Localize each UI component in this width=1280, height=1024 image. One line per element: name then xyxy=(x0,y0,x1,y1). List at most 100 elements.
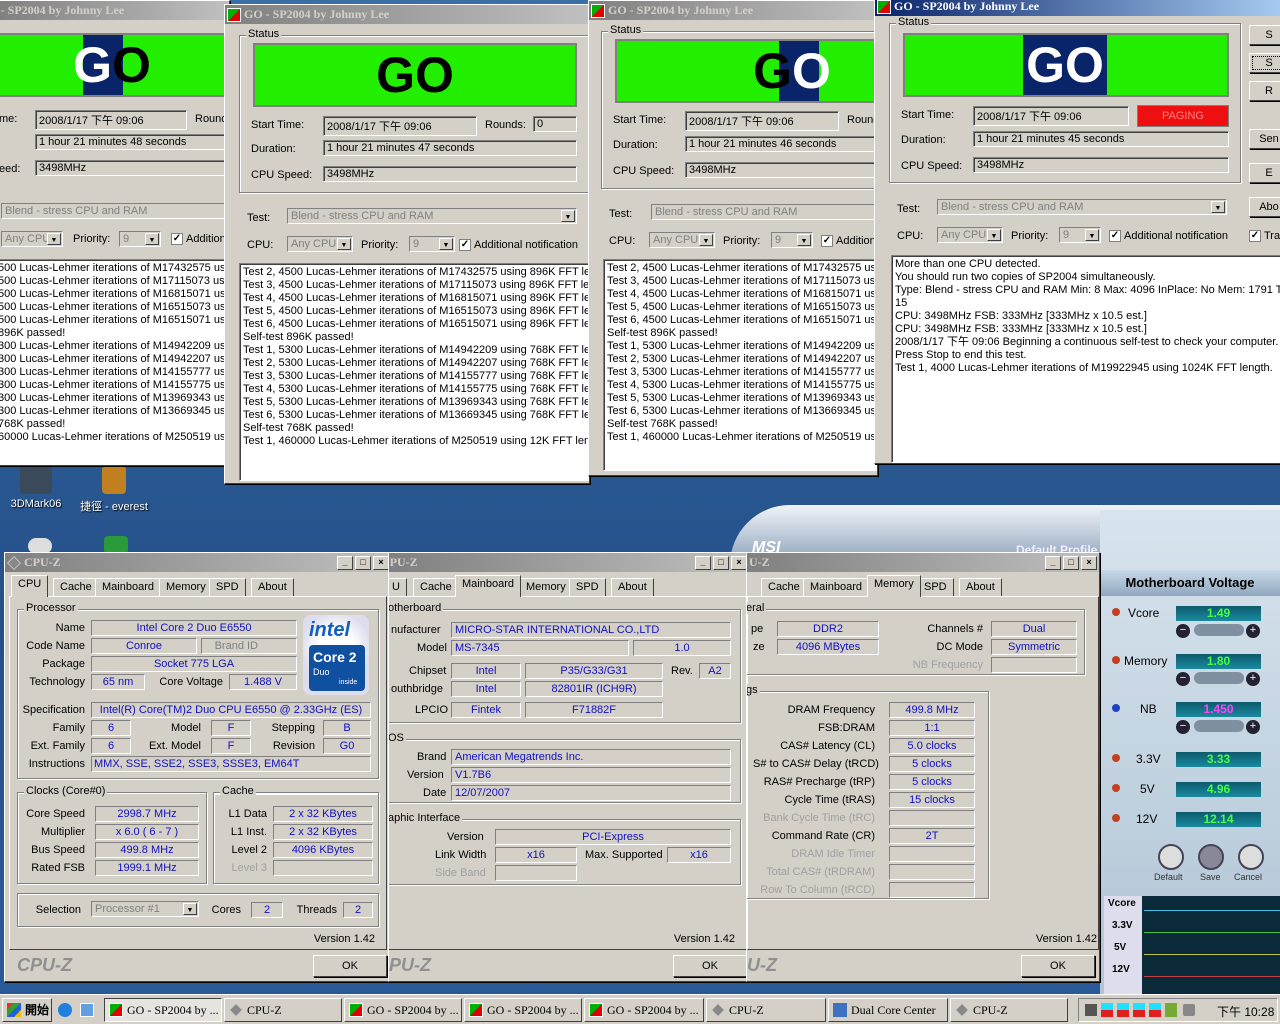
save-button[interactable]: Save xyxy=(1200,872,1221,882)
task-cpuz-2[interactable]: CPU-Z xyxy=(706,998,826,1022)
desktop-icon-everest[interactable]: 捷徑 - everest xyxy=(72,466,156,514)
vcore-slider[interactable] xyxy=(1194,624,1244,636)
cpu-select[interactable]: Any CPU ▼ xyxy=(287,236,353,252)
maximize-button[interactable]: □ xyxy=(713,555,729,570)
priority-select[interactable]: 9 ▼ xyxy=(119,231,161,247)
minimize-button[interactable]: _ xyxy=(1045,555,1061,570)
tab-spd[interactable]: SPD xyxy=(209,578,246,597)
speaker-icon[interactable] xyxy=(1183,1004,1195,1016)
tab-about[interactable]: About xyxy=(611,578,654,597)
log-textarea[interactable]: More than one CPU detected. You should ru… xyxy=(891,255,1280,463)
clock[interactable]: 下午 10:28 xyxy=(1217,1003,1274,1020)
ok-button[interactable]: OK xyxy=(313,955,387,977)
notification-checkbox[interactable]: ✓Additional notification xyxy=(171,233,229,246)
task-sp2004-3[interactable]: GO - SP2004 by ... xyxy=(464,998,582,1022)
tab-memory[interactable]: Memory xyxy=(519,578,573,597)
about-button[interactable]: Abo xyxy=(1249,197,1280,217)
tab-cache[interactable]: Cache xyxy=(53,578,99,597)
notification-checkbox[interactable]: ✓Additional notification xyxy=(821,235,877,248)
close-button[interactable]: × xyxy=(1081,555,1097,570)
plus-icon[interactable]: + xyxy=(1246,624,1260,638)
tab-cpu[interactable]: CPU xyxy=(11,575,49,597)
tab-cache[interactable]: Cache xyxy=(761,578,807,597)
title-bar[interactable]: GO - SP2004 by Johnny Lee xyxy=(589,1,877,20)
default-icon[interactable] xyxy=(1158,844,1184,870)
close-button[interactable]: × xyxy=(373,555,389,570)
nb-slider[interactable] xyxy=(1194,720,1244,732)
tab-cpu[interactable]: U xyxy=(389,578,407,597)
ie-icon[interactable] xyxy=(58,1003,72,1017)
title-bar[interactable]: GO - SP2004 by Johnny Lee xyxy=(0,1,229,20)
task-cpuz-1[interactable]: CPU-Z xyxy=(224,998,342,1022)
plus-icon[interactable]: + xyxy=(1246,672,1260,686)
sp2004-tray-icon[interactable] xyxy=(1149,1003,1161,1017)
exit-button[interactable]: E xyxy=(1249,163,1280,183)
processor-select[interactable]: Processor #1 ▼ xyxy=(91,901,199,917)
close-button[interactable]: × xyxy=(731,555,747,570)
keyboard-icon[interactable] xyxy=(1085,1004,1097,1016)
start-button[interactable]: S xyxy=(1249,25,1280,45)
log-textarea[interactable]: 500 Lucas-Lehmer iterations of M17432575… xyxy=(0,259,229,465)
notification-checkbox[interactable]: ✓Additional notification xyxy=(1109,230,1228,243)
nvidia-icon[interactable] xyxy=(1165,1003,1177,1017)
save-icon[interactable] xyxy=(1198,844,1224,870)
sp2004-tray-icon[interactable] xyxy=(1133,1003,1145,1017)
tab-memory[interactable]: Memory xyxy=(159,578,213,597)
minus-icon[interactable]: − xyxy=(1176,624,1190,638)
ok-button[interactable]: OK xyxy=(673,955,747,977)
maximize-button[interactable]: □ xyxy=(1063,555,1079,570)
tab-mainboard[interactable]: Mainboard xyxy=(803,578,869,597)
test-select[interactable]: Blend - stress CPU and RAM ▼ xyxy=(287,208,577,224)
cpu-select[interactable]: Any CPU ▼ xyxy=(649,232,715,248)
minus-icon[interactable]: − xyxy=(1176,672,1190,686)
tab-cache[interactable]: Cache xyxy=(413,578,459,597)
title-bar[interactable]: GO - SP2004 by Johnny Lee xyxy=(225,5,589,24)
reset-button[interactable]: R xyxy=(1249,81,1280,101)
priority-select[interactable]: 9 ▼ xyxy=(771,232,813,248)
title-bar[interactable]: GO - SP2004 by Johnny Lee xyxy=(875,0,1280,16)
minus-icon[interactable]: − xyxy=(1176,720,1190,734)
desktop-icon-3dmark06[interactable]: 3DMark06 xyxy=(6,466,66,510)
notification-checkbox[interactable]: ✓Additional notification xyxy=(459,239,578,252)
start-button[interactable]: 開始 xyxy=(2,998,52,1022)
minimize-button[interactable]: _ xyxy=(337,555,353,570)
log-textarea[interactable]: Test 2, 4500 Lucas-Lehmer iterations of … xyxy=(239,263,589,481)
cancel-button[interactable]: Cancel xyxy=(1234,872,1262,882)
tab-about[interactable]: About xyxy=(251,578,294,597)
default-button[interactable]: Default xyxy=(1154,872,1183,882)
stop-button[interactable]: S xyxy=(1249,53,1280,73)
task-sp2004-4[interactable]: GO - SP2004 by ... xyxy=(584,998,704,1022)
ok-button[interactable]: OK xyxy=(1021,955,1095,977)
send-button[interactable]: Sen xyxy=(1249,129,1280,149)
title-bar[interactable]: U-Z _ □ × xyxy=(747,553,1099,572)
task-sp2004-1[interactable]: GO - SP2004 by ... xyxy=(104,998,222,1022)
title-bar[interactable]: CPU-Z _□× xyxy=(389,553,749,572)
minimize-button[interactable]: _ xyxy=(695,555,711,570)
tab-spd[interactable]: SPD xyxy=(569,578,606,597)
cpu-select[interactable]: Any CPU ▼ xyxy=(1,231,63,247)
priority-select[interactable]: 9 ▼ xyxy=(1059,227,1101,243)
sp2004-tray-icon[interactable] xyxy=(1117,1003,1129,1017)
tray-checkbox[interactable]: ✓Tray xyxy=(1249,230,1280,243)
test-select[interactable]: Blend - stress CPU and RAM xyxy=(1,203,229,219)
test-select[interactable]: Blend - stress CPU and RAM ▼ xyxy=(937,199,1227,215)
task-cpuz-3[interactable]: CPU-Z xyxy=(950,998,1068,1022)
sp2004-tray-icon[interactable] xyxy=(1101,1003,1113,1017)
plus-icon[interactable]: + xyxy=(1246,720,1260,734)
cpu-select[interactable]: Any CPU ▼ xyxy=(937,227,1003,243)
log-textarea[interactable]: Test 2, 4500 Lucas-Lehmer iterations of … xyxy=(603,259,877,471)
tab-spd[interactable]: SPD xyxy=(917,578,954,597)
maximize-button[interactable]: □ xyxy=(355,555,371,570)
priority-select[interactable]: 9 ▼ xyxy=(409,236,455,252)
tab-mainboard[interactable]: Mainboard xyxy=(95,578,161,597)
task-dual-core-center[interactable]: Dual Core Center xyxy=(828,998,948,1022)
cancel-icon[interactable] xyxy=(1238,844,1264,870)
desktop-icon[interactable] xyxy=(80,1003,94,1017)
title-bar[interactable]: CPU-Z _□× xyxy=(5,553,391,572)
task-sp2004-2[interactable]: GO - SP2004 by ... xyxy=(344,998,462,1022)
memory-slider[interactable] xyxy=(1194,672,1244,684)
test-select[interactable]: Blend - stress CPU and RAM xyxy=(651,204,877,220)
tab-mainboard[interactable]: Mainboard xyxy=(455,575,521,597)
tab-about[interactable]: About xyxy=(959,578,1002,597)
tab-memory[interactable]: Memory xyxy=(867,575,921,597)
